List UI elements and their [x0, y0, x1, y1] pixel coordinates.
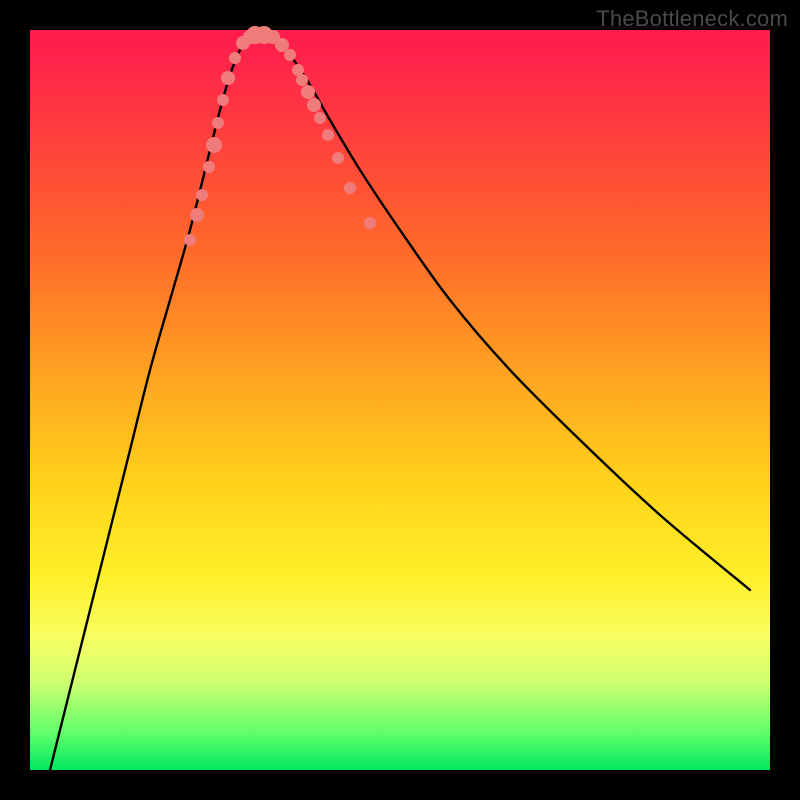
- curve-marker: [301, 85, 315, 99]
- curve-marker: [322, 129, 334, 141]
- curve-marker: [284, 49, 296, 61]
- bottleneck-curve: [50, 33, 750, 770]
- curve-marker: [364, 217, 376, 229]
- curve-marker: [190, 208, 204, 222]
- curve-marker: [217, 94, 229, 106]
- chart-plot-area: [30, 30, 770, 770]
- curve-marker: [212, 117, 224, 129]
- curve-marker: [307, 98, 321, 112]
- curve-marker: [296, 74, 308, 86]
- chart-frame: TheBottleneck.com: [0, 0, 800, 800]
- curve-marker: [184, 234, 196, 246]
- curve-marker: [344, 182, 356, 194]
- curve-marker: [206, 137, 222, 153]
- curve-marker: [196, 189, 208, 201]
- curve-marker: [314, 112, 326, 124]
- curve-marker: [221, 71, 235, 85]
- chart-svg: [30, 30, 770, 770]
- curve-marker: [229, 52, 241, 64]
- watermark-text: TheBottleneck.com: [596, 6, 788, 32]
- curve-marker: [332, 152, 344, 164]
- curve-marker: [203, 161, 215, 173]
